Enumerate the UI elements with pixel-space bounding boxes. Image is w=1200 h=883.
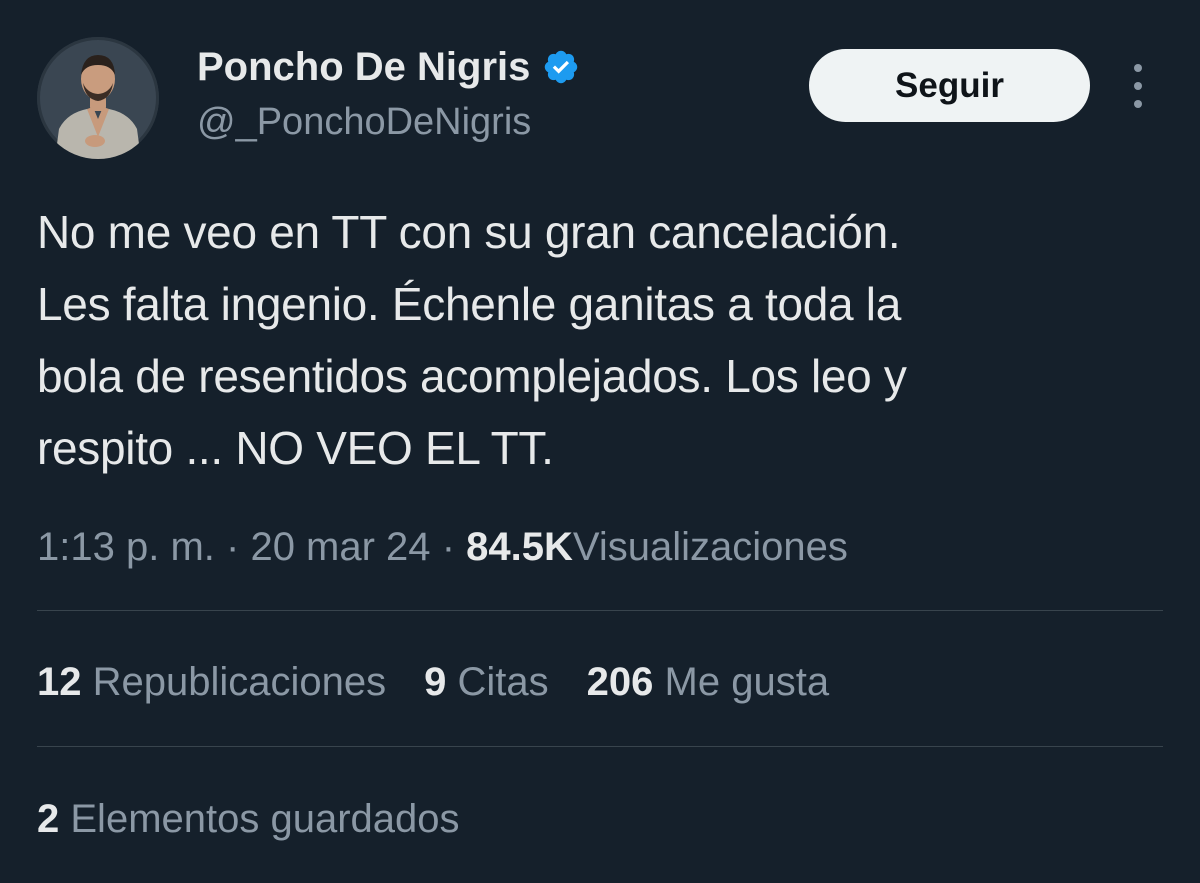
- bookmarks-count: 2: [37, 797, 60, 841]
- divider: [37, 610, 1163, 611]
- tweet-detail: Poncho De Nigris @_PonchoDeNigris Seguir…: [0, 0, 1200, 883]
- tweet-metadata: 1:13 p. m. · 20 mar 24 · 84.5KVisualizac…: [37, 522, 848, 572]
- tweet-text: No me veo en TT con su gran cancelación.…: [37, 206, 907, 474]
- likes-count: 206: [586, 660, 654, 704]
- meta-separator: ·: [441, 525, 456, 569]
- quotes-stat[interactable]: 9 Citas: [424, 657, 549, 707]
- follow-button[interactable]: Seguir: [809, 49, 1090, 122]
- bookmarks-stat[interactable]: 2 Elementos guardados: [37, 794, 460, 844]
- avatar-image: [37, 37, 159, 159]
- meta-separator: ·: [226, 525, 240, 569]
- quotes-count: 9: [424, 660, 447, 704]
- author-handle[interactable]: @_PonchoDeNigris: [197, 100, 531, 144]
- tweet-time[interactable]: 1:13 p. m.: [37, 525, 215, 569]
- divider: [37, 746, 1163, 747]
- verified-badge-icon: [545, 50, 578, 84]
- likes-label: Me gusta: [664, 660, 830, 704]
- author-name-row[interactable]: Poncho De Nigris: [197, 44, 580, 90]
- quotes-label: Citas: [457, 660, 549, 704]
- more-dot: [1134, 82, 1142, 90]
- likes-stat[interactable]: 206 Me gusta: [587, 657, 829, 707]
- reposts-label: Republicaciones: [92, 660, 387, 704]
- tweet-date[interactable]: 20 mar 24: [250, 525, 430, 569]
- reposts-stat[interactable]: 12 Republicaciones: [37, 657, 386, 707]
- avatar[interactable]: [37, 37, 159, 159]
- more-dot: [1134, 64, 1142, 72]
- views-count: 84.5K: [466, 525, 573, 569]
- more-vertical-icon[interactable]: [1122, 64, 1154, 108]
- views-label: Visualizaciones: [572, 525, 848, 569]
- author-display-name[interactable]: Poncho De Nigris: [197, 44, 530, 90]
- more-dot: [1134, 100, 1142, 108]
- reposts-count: 12: [37, 660, 82, 704]
- bookmarks-label: Elementos guardados: [70, 797, 460, 841]
- engagement-stats: 12 Republicaciones 9 Citas 206 Me gusta: [37, 657, 829, 707]
